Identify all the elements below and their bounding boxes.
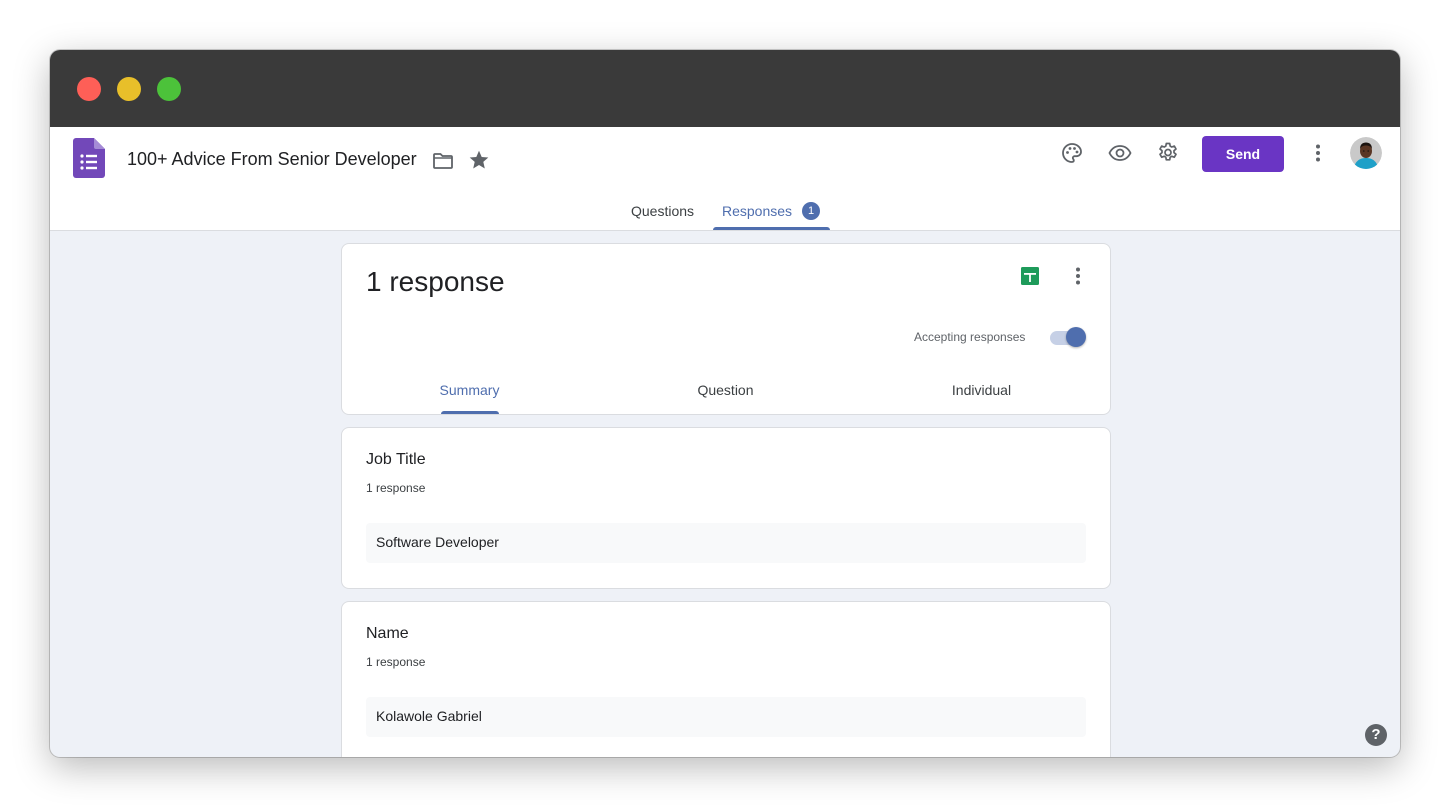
subtab-individual[interactable]: Individual (924, 382, 1039, 398)
close-window-button[interactable] (77, 77, 101, 101)
help-icon[interactable]: ? (1365, 724, 1387, 746)
tab-questions[interactable]: Questions (631, 203, 694, 219)
question-title: Name (366, 625, 409, 642)
avatar[interactable] (1350, 137, 1382, 169)
response-count-heading: 1 response (366, 266, 505, 297)
eye-icon[interactable] (1108, 141, 1132, 165)
question-response-count: 1 response (366, 481, 426, 495)
more-vert-icon[interactable] (1306, 141, 1330, 165)
star-icon[interactable] (467, 148, 491, 172)
gear-icon[interactable] (1156, 141, 1180, 165)
question-summary-card: Name 1 response Kolawole Gabriel (341, 601, 1111, 757)
browser-window: 100+ Advice From Senior Developer Send Q… (50, 50, 1400, 757)
subtab-summary[interactable]: Summary (412, 382, 527, 398)
answer-value: Software Developer (366, 523, 1086, 563)
active-tab-indicator (713, 227, 830, 230)
forms-header: 100+ Advice From Senior Developer Send Q… (50, 127, 1400, 231)
responses-count-badge: 1 (802, 202, 820, 220)
tab-responses[interactable]: Responses (722, 203, 792, 219)
question-summary-card: Job Title 1 response Software Developer (341, 427, 1111, 589)
question-title: Job Title (366, 451, 426, 468)
more-vert-icon[interactable] (1066, 264, 1090, 288)
google-sheets-icon[interactable] (1018, 264, 1042, 288)
active-subtab-indicator (441, 411, 499, 414)
accepting-responses-label: Accepting responses (914, 330, 1026, 344)
toggle-thumb (1066, 327, 1086, 347)
send-button[interactable]: Send (1202, 136, 1284, 172)
palette-icon[interactable] (1060, 141, 1084, 165)
folder-icon[interactable] (431, 149, 455, 173)
answer-value: Kolawole Gabriel (366, 697, 1086, 737)
question-response-count: 1 response (366, 655, 426, 669)
minimize-window-button[interactable] (117, 77, 141, 101)
responses-content[interactable]: 1 response Accepting responses Summary Q… (50, 231, 1400, 757)
zoom-window-button[interactable] (157, 77, 181, 101)
subtab-question[interactable]: Question (668, 382, 783, 398)
accepting-responses-toggle[interactable] (1048, 326, 1088, 350)
google-forms-icon[interactable] (73, 138, 105, 178)
responses-summary-card: 1 response Accepting responses Summary Q… (341, 243, 1111, 415)
document-title[interactable]: 100+ Advice From Senior Developer (127, 149, 417, 170)
title-bar (50, 50, 1400, 127)
